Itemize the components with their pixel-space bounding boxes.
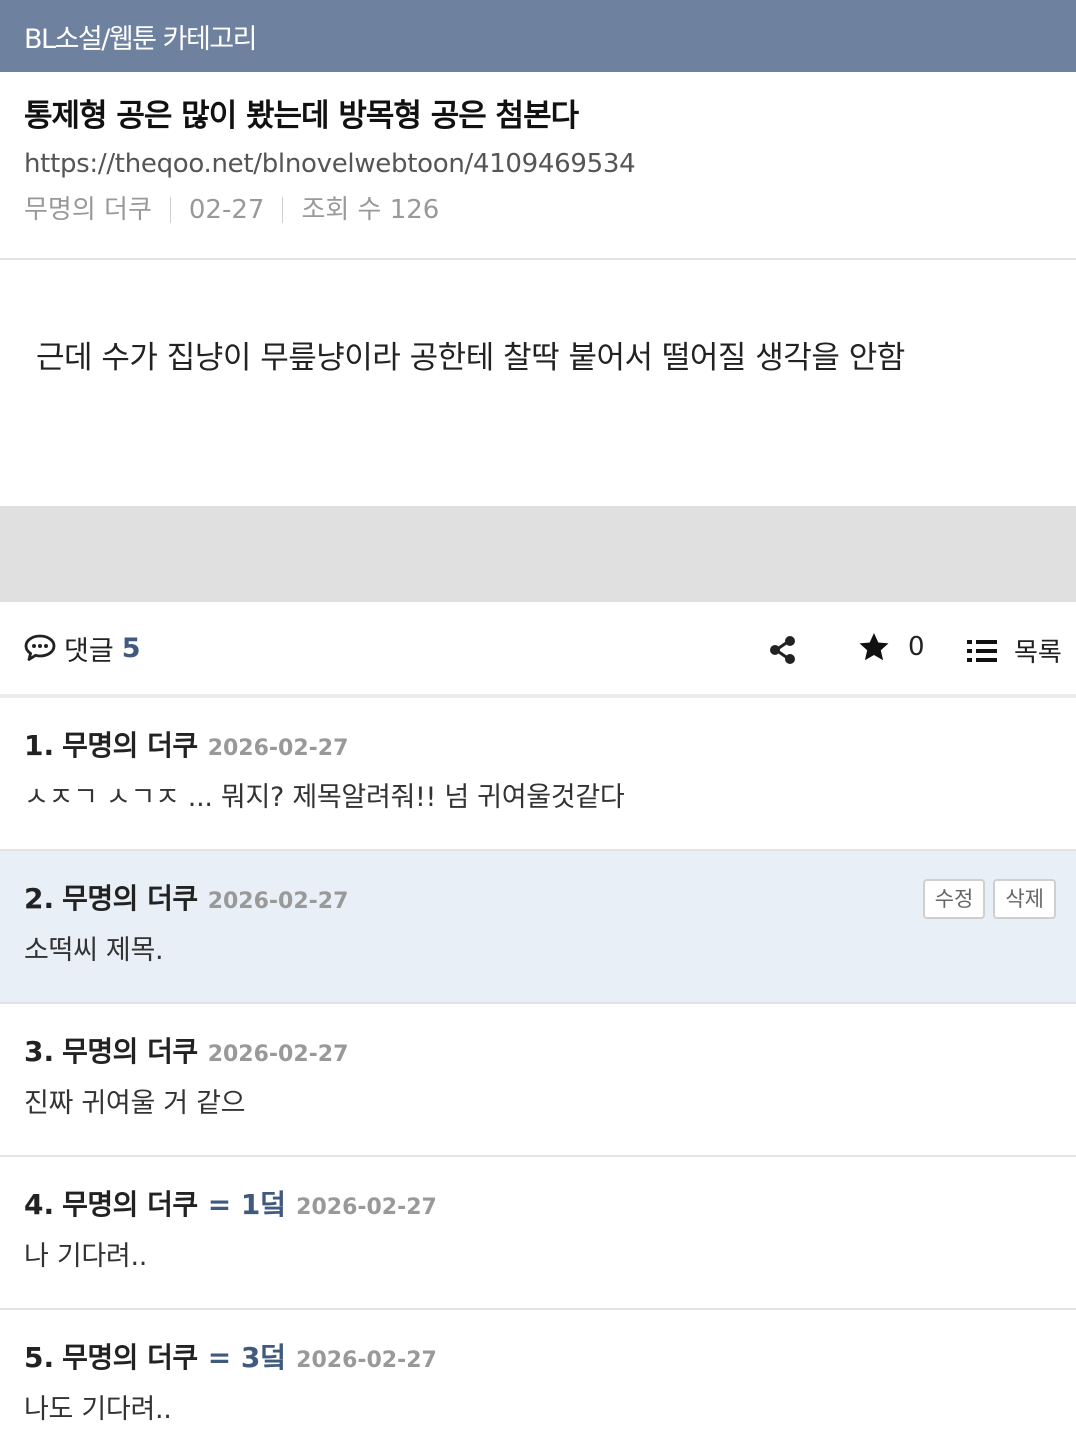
list-label: 목록 <box>1014 638 1062 668</box>
category-bar[interactable]: BL소설/웹툰 카테고리 <box>0 0 1076 72</box>
comment-header: 1. 무명의 더쿠 2026-02-27 <box>24 724 1052 768</box>
comment-number: 4. <box>24 1188 55 1221</box>
comment-text: 나 기다려.. <box>24 1241 148 1272</box>
post-author: 무명의 더쿠 <box>24 195 152 225</box>
list-icon <box>967 639 997 662</box>
comment-text: 진짜 귀여울 거 같으 <box>24 1088 246 1119</box>
comment-item: 4. 무명의 더쿠 = 1덬 2026-02-27 나 기다려.. <box>0 1157 1076 1310</box>
comment-actions: 수정 삭제 <box>922 879 1056 919</box>
comment-number: 2. <box>24 882 55 915</box>
comment-reply-ref[interactable]: = 3덬 <box>208 1336 286 1376</box>
post-date: 02-27 <box>188 195 265 225</box>
comment-item: 3. 무명의 더쿠 2026-02-27 진짜 귀여울 거 같으 <box>0 1004 1076 1157</box>
comment-number: 3. <box>24 1035 55 1068</box>
category-title[interactable]: BL소설/웹툰 카테고리 <box>24 17 257 56</box>
comment-author: 무명의 더쿠 <box>62 1341 198 1374</box>
share-icon <box>770 636 795 664</box>
comment-label: 댓글 <box>64 635 114 667</box>
edit-comment-button[interactable]: 수정 <box>922 879 986 919</box>
comment-header: 3. 무명의 더쿠 2026-02-27 <box>24 1030 1052 1074</box>
list-button[interactable]: 목록 <box>966 632 1062 669</box>
comment-author: 무명의 더쿠 <box>62 729 198 762</box>
post-content: 근데 수가 집냥이 무릎냥이라 공한테 찰딱 붙어서 떨어질 생각을 안함 <box>0 260 1076 506</box>
comment-number: 1. <box>24 729 55 762</box>
favorite-count: 0 <box>908 632 925 662</box>
post-header: 통제형 공은 많이 봤는데 방목형 공은 첨본다 https://theqoo.… <box>0 72 1076 260</box>
comment-date: 2026-02-27 <box>296 1348 437 1373</box>
comment-date: 2026-02-27 <box>296 1195 437 1220</box>
comment-header: 5. 무명의 더쿠 = 3덬 2026-02-27 <box>24 1336 1052 1380</box>
comment-date: 2026-02-27 <box>207 889 349 914</box>
comment-header: 2. 무명의 더쿠 2026-02-27 <box>24 877 1052 921</box>
comment-date: 2026-02-27 <box>207 736 349 761</box>
comment-author: 무명의 더쿠 <box>62 1035 198 1068</box>
comment-item: 1. 무명의 더쿠 2026-02-27 ㅅㅈㄱ ㅅㄱㅈ ... 뭐지? 제목알… <box>0 698 1076 851</box>
comment-date: 2026-02-27 <box>207 1042 349 1067</box>
comment-count: 댓글 5 <box>24 629 140 668</box>
comment-number: 5 <box>121 632 141 664</box>
comment-header: 4. 무명의 더쿠 = 1덬 2026-02-27 <box>24 1183 1052 1227</box>
comment-text: 나도 기다려.. <box>24 1394 172 1425</box>
comment-text: ㅅㅈㄱ ㅅㄱㅈ ... 뭐지? 제목알려줘!! 넘 귀여울것같다 <box>24 782 625 813</box>
meta-divider <box>282 197 284 223</box>
post-url-link[interactable]: https://theqoo.net/blnovelwebtoon/410946… <box>24 146 1052 182</box>
post-views: 조회 수 126 <box>301 195 440 225</box>
share-button[interactable] <box>768 632 798 668</box>
ad-placeholder <box>0 506 1076 602</box>
action-bar: 댓글 5 0 목록 <box>0 602 1076 698</box>
favorite-button[interactable]: 0 <box>858 632 925 662</box>
comment-item: 2. 무명의 더쿠 2026-02-27 소떡씨 제목. 수정 삭제 <box>0 851 1076 1004</box>
delete-comment-button[interactable]: 삭제 <box>993 879 1056 919</box>
comment-text: 소떡씨 제목. <box>24 935 164 966</box>
comment-author: 무명의 더쿠 <box>62 882 198 915</box>
meta-divider <box>169 197 171 223</box>
speech-bubble-icon <box>24 634 56 661</box>
post-body-text: 근데 수가 집냥이 무릎냥이라 공한테 찰딱 붙어서 떨어질 생각을 안함 <box>36 340 905 376</box>
star-icon <box>859 633 889 661</box>
comment-author: 무명의 더쿠 <box>62 1188 198 1221</box>
comment-number: 5. <box>24 1341 55 1374</box>
comment-item: 5. 무명의 더쿠 = 3덬 2026-02-27 나도 기다려.. <box>0 1310 1076 1448</box>
comment-reply-ref[interactable]: = 1덬 <box>208 1183 286 1223</box>
post-meta: 무명의 더쿠 02-27 조회 수 126 <box>24 192 1052 228</box>
post-title: 통제형 공은 많이 봤는데 방목형 공은 첨본다 <box>24 98 579 134</box>
